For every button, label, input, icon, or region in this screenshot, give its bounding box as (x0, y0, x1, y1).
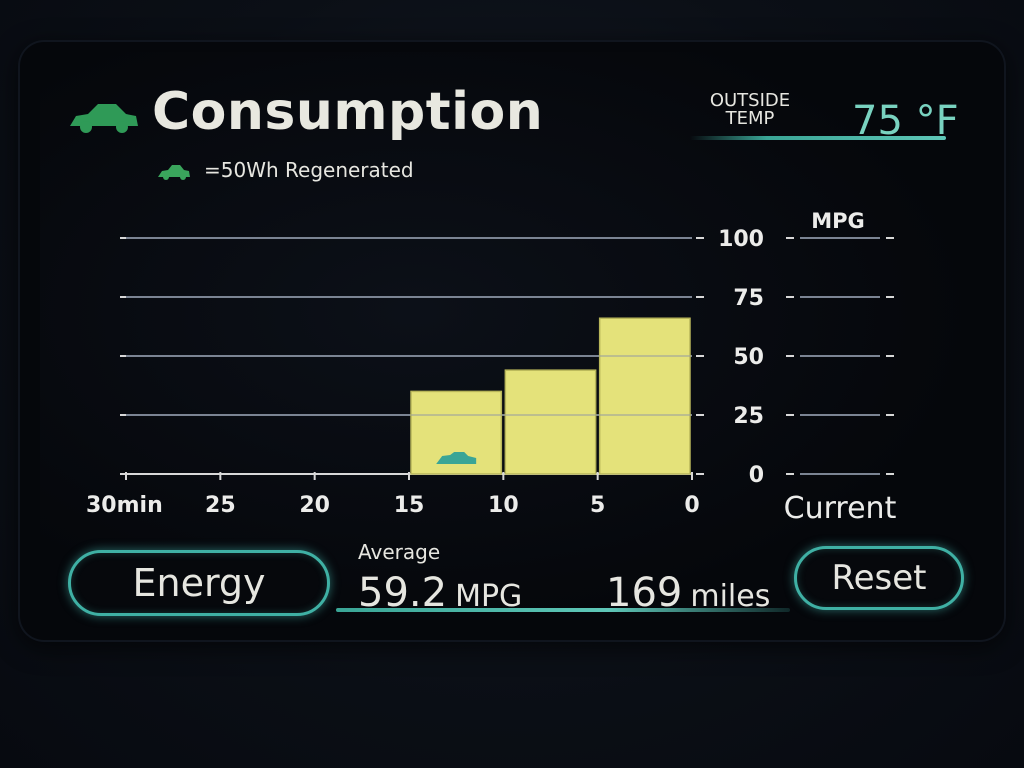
x-tick-label: 25 (205, 493, 236, 518)
y-tick-label: 0 (749, 463, 764, 488)
energy-button-label: Energy (132, 561, 266, 605)
current-label: Current (784, 491, 897, 526)
x-tick-label: 10 (488, 493, 519, 518)
bar (504, 369, 597, 475)
reset-button[interactable]: Reset (794, 546, 964, 610)
y-tick-label: 25 (733, 404, 764, 429)
x-tick-label: 30min (86, 493, 163, 518)
x-tick-label: 15 (394, 493, 425, 518)
x-tick-label: 20 (299, 493, 330, 518)
y-tick-label: 100 (718, 227, 764, 252)
y-tick-label: 75 (733, 286, 764, 311)
average-underline (336, 608, 790, 612)
y-axis-label: MPG (811, 209, 865, 233)
energy-button[interactable]: Energy (68, 550, 330, 616)
x-tick-label: 5 (590, 493, 605, 518)
reset-button-label: Reset (831, 558, 927, 598)
consumption-chart: 0255075100MPG30min 25 20 15 10 5 0 Current (86, 209, 897, 526)
y-tick-label: 50 (733, 345, 764, 370)
x-tick-label: 0 (684, 493, 699, 518)
average-label: Average (358, 540, 441, 564)
bar (598, 317, 691, 475)
